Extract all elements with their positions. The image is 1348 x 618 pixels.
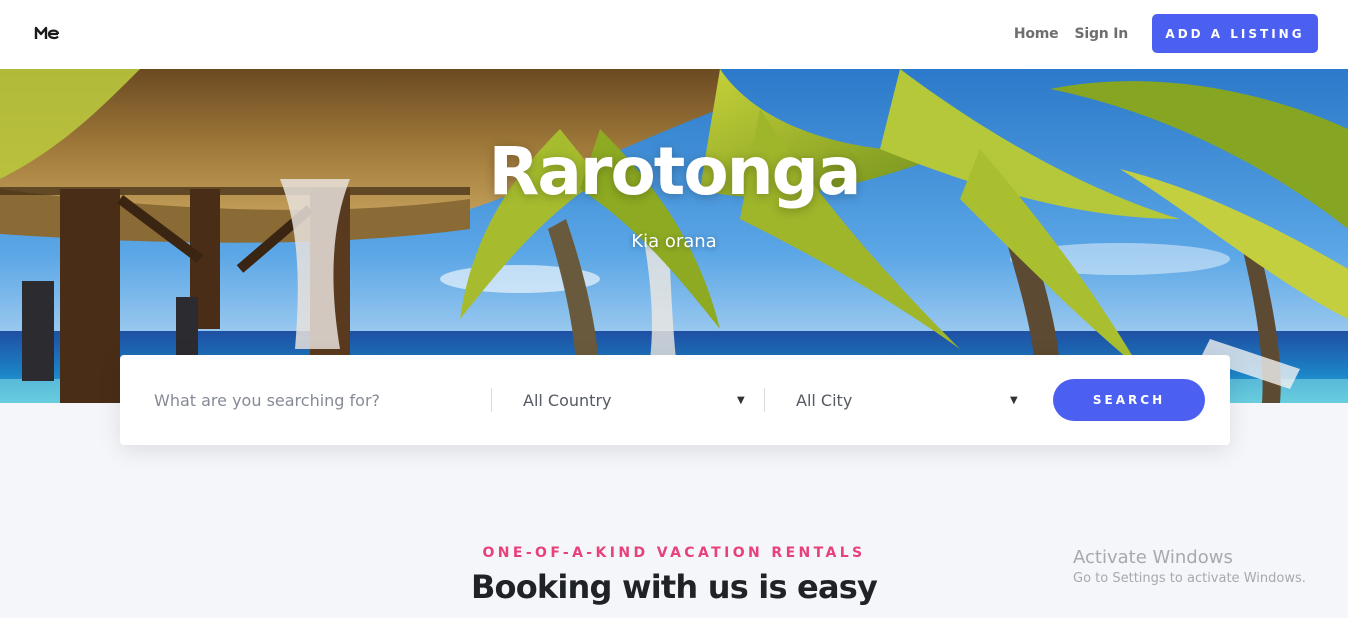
hero-title: Rarotonga — [488, 133, 862, 210]
hero-banner: Rarotonga Kia orana — [0, 69, 1348, 403]
top-navbar: Home Sign In ADD A LISTING — [0, 0, 1348, 69]
activate-windows-title: Activate Windows — [1073, 547, 1233, 568]
search-divider — [491, 388, 492, 412]
country-select[interactable]: All Country ▼ — [523, 385, 747, 415]
hero-subtitle: Kia orana — [631, 231, 717, 252]
city-select[interactable]: All City ▼ — [796, 385, 1020, 415]
nav-links: Home Sign In ADD A LISTING — [1014, 14, 1318, 53]
nav-link-sign-in[interactable]: Sign In — [1074, 26, 1128, 42]
caret-down-icon: ▼ — [1010, 394, 1018, 406]
activate-windows-watermark: Activate Windows Go to Settings to activ… — [1073, 547, 1306, 586]
city-select-value: All City — [796, 390, 853, 410]
activate-windows-subtitle: Go to Settings to activate Windows. — [1073, 571, 1306, 586]
add-listing-button[interactable]: ADD A LISTING — [1152, 14, 1318, 53]
search-button[interactable]: SEARCH — [1053, 379, 1205, 421]
country-select-value: All Country — [523, 390, 612, 410]
search-card: All Country ▼ All City ▼ SEARCH — [120, 355, 1230, 445]
search-input[interactable] — [154, 385, 484, 415]
search-divider — [764, 388, 765, 412]
caret-down-icon: ▼ — [737, 394, 745, 406]
me-logo-icon[interactable] — [34, 24, 60, 42]
nav-link-home[interactable]: Home — [1014, 26, 1059, 42]
